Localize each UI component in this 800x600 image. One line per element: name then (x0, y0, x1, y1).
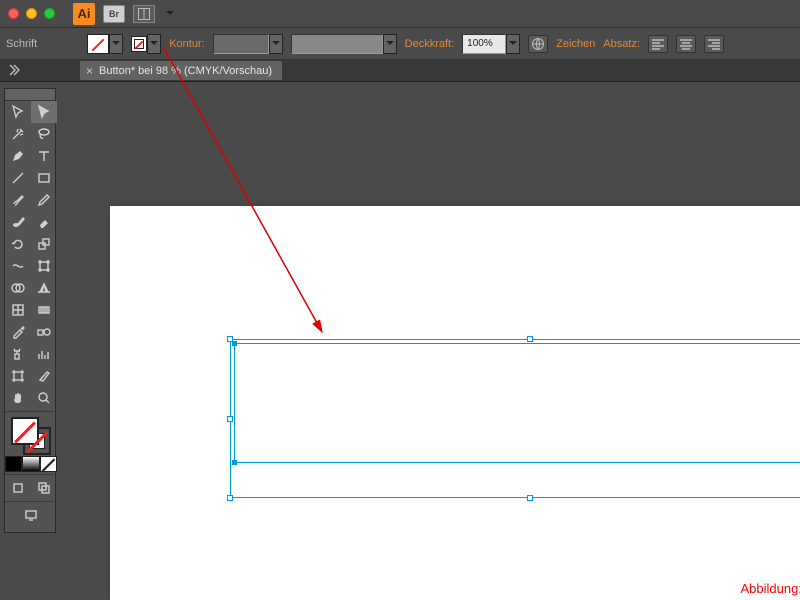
zoom-window-button[interactable] (44, 8, 55, 19)
selection-handle[interactable] (227, 495, 233, 501)
selection-handle[interactable] (527, 336, 533, 342)
brush-field[interactable] (291, 34, 383, 54)
slice-tool[interactable] (31, 365, 57, 387)
document-tab-bar: × Button* bei 98 % (CMYK/Vorschau) (0, 60, 800, 82)
shape-builder-tool[interactable] (5, 277, 31, 299)
chevron-down-icon[interactable] (109, 34, 123, 54)
paintbrush-tool[interactable] (5, 189, 31, 211)
selection-handle[interactable] (227, 416, 233, 422)
draw-normal-icon[interactable] (5, 477, 31, 499)
draw-behind-icon[interactable] (31, 477, 57, 499)
stroke-label: Kontur: (169, 38, 204, 50)
close-tab-icon[interactable]: × (86, 64, 93, 78)
close-window-button[interactable] (8, 8, 19, 19)
pen-tool[interactable] (5, 145, 31, 167)
tools-panel (4, 88, 56, 533)
screen-mode-icon[interactable] (5, 504, 57, 526)
stroke-weight-field[interactable] (213, 34, 269, 54)
artboard[interactable]: Abbildung: 05 (110, 206, 800, 600)
lasso-tool[interactable] (31, 123, 57, 145)
eraser-tool[interactable] (31, 211, 57, 233)
pencil-tool[interactable] (31, 189, 57, 211)
mesh-tool[interactable] (5, 299, 31, 321)
rectangle-tool[interactable] (31, 167, 57, 189)
free-transform-tool[interactable] (31, 255, 57, 277)
workspace-layout-button[interactable] (133, 5, 155, 23)
blend-tool[interactable] (31, 321, 57, 343)
gradient-tool[interactable] (31, 299, 57, 321)
chevron-down-icon[interactable] (506, 34, 520, 54)
anchor-point[interactable] (232, 460, 237, 465)
minimize-window-button[interactable] (26, 8, 37, 19)
width-tool[interactable] (5, 255, 31, 277)
symbol-sprayer-tool[interactable] (5, 343, 31, 365)
align-left-button[interactable] (648, 35, 668, 53)
tools-panel-grip[interactable] (5, 89, 55, 101)
column-graph-tool[interactable] (31, 343, 57, 365)
selected-path[interactable] (234, 343, 800, 463)
color-mode-row[interactable] (5, 456, 57, 472)
anchor-point[interactable] (232, 341, 237, 346)
opacity-field[interactable]: 100% (462, 34, 506, 54)
perspective-grid-tool[interactable] (31, 277, 57, 299)
document-tab[interactable]: × Button* bei 98 % (CMYK/Vorschau) (80, 61, 282, 80)
opacity-label: Deckkraft: (405, 38, 455, 50)
bridge-badge[interactable]: Br (103, 5, 125, 23)
stroke-swatch[interactable] (131, 34, 161, 54)
workspace-dropdown-icon[interactable] (163, 4, 177, 24)
document-tab-title: Button* bei 98 % (CMYK/Vorschau) (99, 65, 272, 77)
fill-swatch[interactable] (87, 34, 123, 54)
tab-overflow-icon[interactable] (6, 63, 20, 77)
character-link[interactable]: Zeichen (556, 38, 595, 50)
chevron-down-icon[interactable] (147, 34, 161, 54)
figure-label: Abbildung: 05 (740, 581, 800, 596)
magic-wand-tool[interactable] (5, 123, 31, 145)
paragraph-link[interactable]: Absatz: (603, 38, 640, 50)
eyedropper-tool[interactable] (5, 321, 31, 343)
hand-tool[interactable] (5, 387, 31, 409)
scale-tool[interactable] (31, 233, 57, 255)
chevron-down-icon[interactable] (269, 34, 283, 54)
type-tool[interactable] (31, 145, 57, 167)
blob-brush-tool[interactable] (5, 211, 31, 233)
selection-tool[interactable] (5, 101, 31, 123)
artboard-tool[interactable] (5, 365, 31, 387)
recolor-icon[interactable] (528, 35, 548, 53)
direct-selection-tool[interactable] (31, 101, 57, 123)
line-tool[interactable] (5, 167, 31, 189)
window-controls (8, 8, 55, 19)
align-right-button[interactable] (704, 35, 724, 53)
app-icon: Ai (73, 3, 95, 25)
titlebar: Ai Br (0, 0, 800, 28)
rotate-tool[interactable] (5, 233, 31, 255)
canvas-area[interactable]: Abbildung: 05 (75, 82, 800, 600)
options-bar: Schrift Kontur: Deckkraft: 100% Zeichen … (0, 28, 800, 60)
tool-label: Schrift (6, 38, 37, 50)
zoom-tool[interactable] (31, 387, 57, 409)
selection-handle[interactable] (527, 495, 533, 501)
chevron-down-icon[interactable] (383, 34, 397, 54)
align-center-button[interactable] (676, 35, 696, 53)
fill-stroke-indicator[interactable] (5, 414, 57, 456)
